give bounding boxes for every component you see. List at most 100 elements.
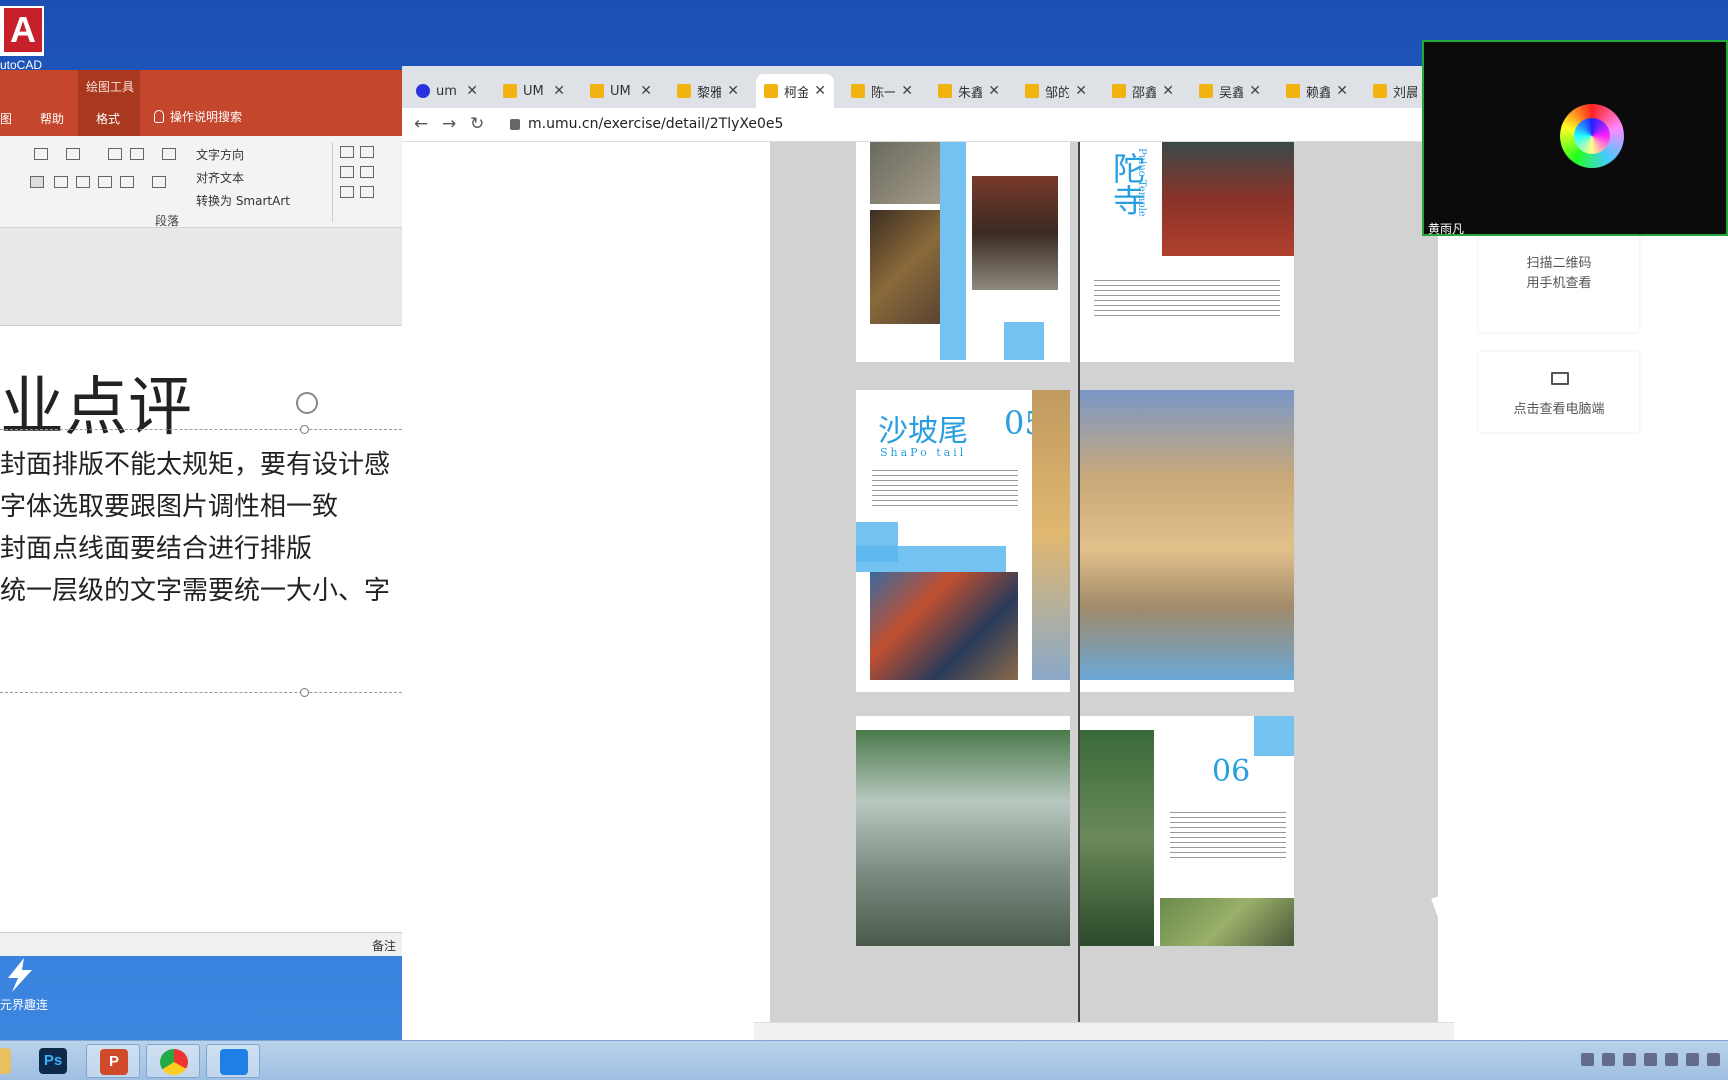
help-icon[interactable] [1602,1053,1615,1066]
resize-handle-top[interactable] [300,425,309,434]
browser-tab[interactable]: 朱鑫 ✕ [930,74,1008,108]
align-text-button[interactable]: 对齐文本 [196,169,244,186]
shape-triangle-icon[interactable] [360,166,374,178]
increase-indent-icon[interactable] [130,148,144,160]
tab-close-icon[interactable]: ✕ [1336,83,1348,99]
tab-close-icon[interactable]: ✕ [553,83,565,99]
browser-tab[interactable]: 陈一 ✕ [843,74,921,108]
taskbar-powerpoint[interactable]: P [86,1044,140,1078]
reload-icon[interactable]: ↻ [470,114,484,134]
temple-body-text [1094,280,1280,320]
misty-forest-photo [856,730,1070,946]
browser-tab[interactable]: 柯金 ✕ [756,74,834,108]
browser-tab[interactable]: um ✕ [408,74,486,108]
taskbar-meeting[interactable] [206,1044,260,1078]
tab-help[interactable]: 帮助 [40,110,64,127]
browser-tab[interactable]: 黎雅 ✕ [669,74,747,108]
forward-icon[interactable]: → [442,114,456,134]
display-icon[interactable] [1686,1053,1699,1066]
show-hidden-icon[interactable] [1644,1053,1657,1066]
video-call-tile[interactable]: 黄雨凡 [1422,40,1728,236]
tab-close-icon[interactable]: ✕ [901,83,913,99]
shape-freeform-icon[interactable] [340,186,354,198]
app-desktop-icon[interactable] [0,956,46,996]
browser-tab[interactable]: UM ✕ [495,74,573,108]
browser-tab-label: 朱鑫 [958,85,983,101]
slide-bullet-4[interactable]: 统一层级的文字需要统一大小、字 [0,570,390,607]
browser-tab[interactable]: 邵鑫 ✕ [1104,74,1182,108]
flag-icon[interactable] [1665,1053,1678,1066]
decrease-indent-icon[interactable] [108,148,122,160]
houses-strip-photo [1032,390,1070,680]
tab-close-icon[interactable]: ✕ [727,83,739,99]
shapo-body-text [872,470,1018,508]
convert-smartart-button[interactable]: 转换为 SmartArt [196,192,290,209]
network-icon[interactable] [1623,1053,1636,1066]
tab-close-icon[interactable]: ✕ [466,83,478,99]
view-pc-link[interactable]: 点击查看电脑端 [1479,398,1639,417]
tab-close-icon[interactable]: ✕ [814,83,826,99]
tab-view[interactable]: 图 [0,110,12,127]
view-pc-card[interactable]: 点击查看电脑端 [1479,352,1639,432]
slide-title[interactable]: 业点评 [0,356,192,448]
tab-close-icon[interactable]: ✕ [1249,83,1261,99]
browser-tab[interactable]: 邹的 ✕ [1017,74,1095,108]
forest-blue-square [1254,716,1294,756]
align-left-icon[interactable] [30,176,44,188]
document-viewer[interactable]: 陀寺 Puluo Temple 沙坡尾 ShaPo tail 05 06 [770,142,1438,1022]
qr-line1: 扫描二维码 [1526,256,1592,271]
tell-me-search[interactable]: 操作说明搜索 [154,108,242,125]
browser-tab-label: 赖鑫 [1306,85,1331,101]
slide-bullet-3[interactable]: 封面点线面要结合进行排版 [0,528,312,565]
tab-close-icon[interactable]: ✕ [988,83,1000,99]
numbering-icon[interactable] [66,148,80,160]
tab-close-icon[interactable]: ✕ [1162,83,1174,99]
taskbar-chrome[interactable] [146,1044,200,1078]
tab-close-icon[interactable]: ✕ [640,83,652,99]
baidu-favicon-icon [416,84,430,98]
notes-button[interactable]: 备注 [372,937,396,954]
volume-icon[interactable] [1707,1053,1720,1066]
page6-body-text [1170,812,1286,858]
resize-handle-bottom[interactable] [300,688,309,697]
chrome-icon [160,1049,188,1075]
temple-en: Puluo Temple [1136,148,1147,217]
tab-format[interactable]: 格式 [96,110,120,127]
columns-icon[interactable] [120,176,134,188]
umu-favicon-icon [503,84,517,98]
keyboard-icon[interactable] [1581,1053,1594,1066]
url-text: m.umu.cn/exercise/detail/2TlyXe0e5 [528,116,784,132]
taskbar-photoshop[interactable]: Ps [26,1044,80,1078]
shape-textbox-icon[interactable] [340,146,354,158]
justify-icon[interactable] [98,176,112,188]
align-center-icon[interactable] [54,176,68,188]
slide-bullet-1[interactable]: 封面排版不能太规矩，要有设计感 [0,444,390,481]
address-bar[interactable]: m.umu.cn/exercise/detail/2TlyXe0e5 [510,116,783,132]
page-content: 陀寺 Puluo Temple 沙坡尾 ShaPo tail 05 06 扫描二… [402,142,1728,1040]
cell-align-icon[interactable] [152,176,166,188]
shape-rect-icon[interactable] [340,166,354,178]
participant-avatar [1560,104,1624,168]
rotate-handle-icon[interactable] [296,392,318,414]
monitor-icon [1551,372,1569,385]
tab-close-icon[interactable]: ✕ [1075,83,1087,99]
slide-canvas[interactable]: 业点评 封面排版不能太规矩，要有设计感 字体选取要跟图片调性相一致 封面点线面要… [0,326,402,896]
browser-tab[interactable]: 吴鑫 ✕ [1191,74,1269,108]
line-spacing-icon[interactable] [162,148,176,160]
align-right-icon[interactable] [76,176,90,188]
text-direction-button[interactable]: 文字方向 [196,146,244,163]
browser-tab[interactable]: 赖鑫 ✕ [1278,74,1356,108]
shape-arc-icon[interactable] [360,186,374,198]
taskbar-file-explorer[interactable] [0,1044,24,1078]
viewer-toolbar [754,1022,1454,1040]
slide-bullet-2[interactable]: 字体选取要跟图片调性相一致 [0,486,338,523]
umu-favicon-icon [677,84,691,98]
shape-vtextbox-icon[interactable] [360,146,374,158]
browser-tab[interactable]: UM ✕ [582,74,660,108]
cactus-photo [1160,898,1294,946]
page-forest-left [856,716,1070,946]
autocad-desktop-icon[interactable]: A [0,6,44,56]
back-icon[interactable]: ← [414,114,428,134]
browser-tab-label: 柯金 [784,85,809,101]
bullets-icon[interactable] [34,148,48,160]
